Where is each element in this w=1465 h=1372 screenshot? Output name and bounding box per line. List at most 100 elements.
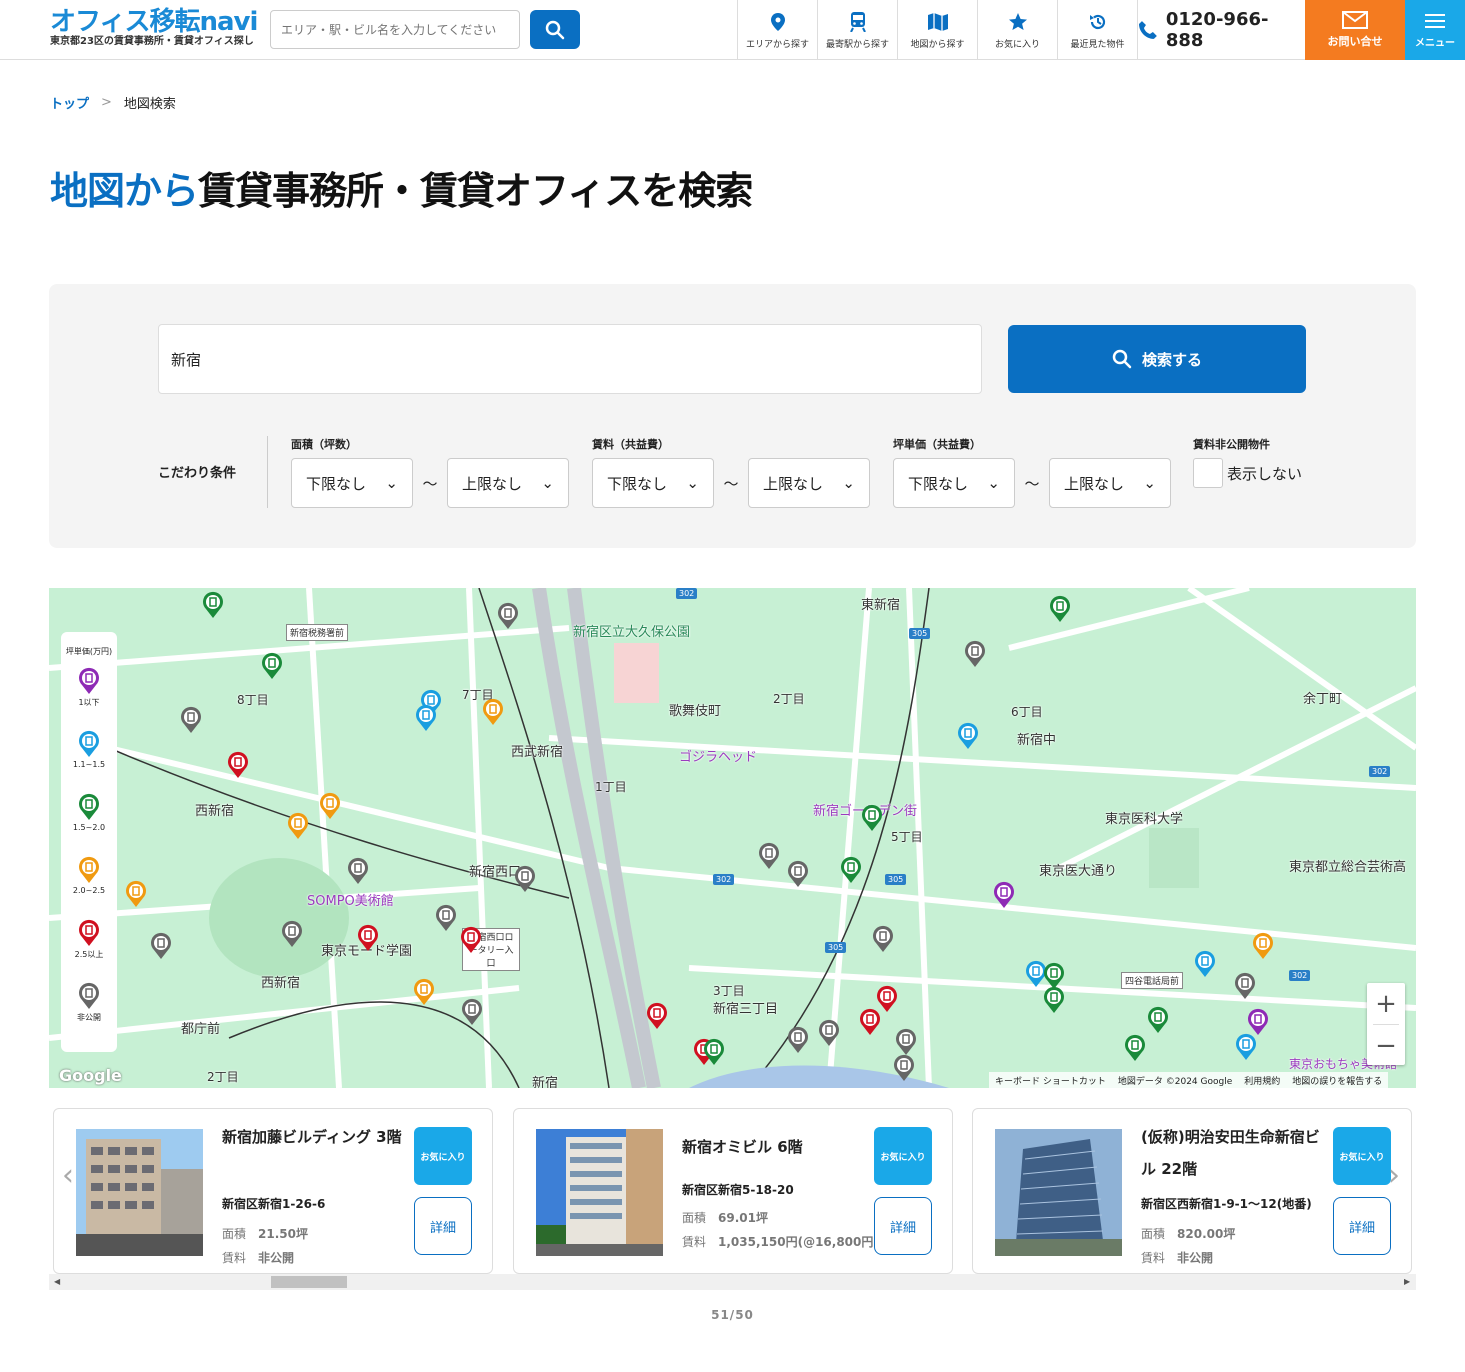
map-pin[interactable] xyxy=(787,860,809,888)
legend-item: 2.0~2.5 xyxy=(61,856,117,911)
map-pin[interactable] xyxy=(818,1019,840,1047)
favorite-button[interactable]: お気に入り xyxy=(874,1127,932,1185)
map-pin[interactable] xyxy=(482,698,504,726)
map-pin[interactable] xyxy=(859,1008,881,1036)
phone-link[interactable]: 0120-966-888 xyxy=(1137,0,1305,60)
scroll-right-icon[interactable]: ▶ xyxy=(1404,1277,1410,1286)
map-pin[interactable] xyxy=(347,857,369,885)
property-name[interactable]: (仮称)明治安田生命新宿ビル 22階 xyxy=(1141,1121,1321,1185)
map-pin[interactable] xyxy=(227,751,249,779)
map-pin[interactable] xyxy=(1124,1034,1146,1062)
train-icon xyxy=(849,11,866,32)
unit-price-min-select[interactable]: 下限なし ⌄ xyxy=(893,458,1015,508)
keyword-input[interactable]: 新宿 xyxy=(158,324,982,394)
scroll-left-icon[interactable]: ◀ xyxy=(54,1277,60,1286)
map-pin[interactable] xyxy=(1235,1033,1257,1061)
map-pin[interactable] xyxy=(646,1002,668,1030)
scroll-thumb[interactable] xyxy=(271,1276,347,1288)
map-pin[interactable] xyxy=(261,652,283,680)
map-pin[interactable] xyxy=(180,706,202,734)
carousel-next-button[interactable]: › xyxy=(1388,1158,1400,1193)
area-max-select[interactable]: 上限なし ⌄ xyxy=(447,458,569,508)
filter-rent: 賃料（共益費） 下限なし ⌄ 〜 上限なし ⌄ xyxy=(592,436,870,508)
filter-area: 面積（坪数） 下限なし ⌄ 〜 上限なし ⌄ xyxy=(291,436,569,508)
rent-min-select[interactable]: 下限なし ⌄ xyxy=(592,458,714,508)
map-pin[interactable] xyxy=(861,804,883,832)
breadcrumb-home[interactable]: トップ xyxy=(50,93,89,112)
property-card[interactable]: 新宿加藤ビルディング 3階 新宿区新宿1-26-6 面積 21.50坪 賃料 非公開… xyxy=(53,1108,493,1274)
zoom-out-button[interactable]: − xyxy=(1367,1025,1405,1066)
map-pin[interactable] xyxy=(893,1054,915,1082)
map-pin[interactable] xyxy=(993,881,1015,909)
map-pin[interactable] xyxy=(758,842,780,870)
contact-button[interactable]: お問い合せ xyxy=(1305,0,1405,60)
map-pin[interactable] xyxy=(787,1026,809,1054)
nav-map-search[interactable]: 地図から探す xyxy=(897,0,977,60)
terms-link[interactable]: 利用規約 xyxy=(1244,1074,1280,1087)
filter-title: 坪単価（共益費） xyxy=(893,438,981,451)
map-pin[interactable] xyxy=(497,602,519,630)
carousel-scrollbar[interactable]: ◀ ▶ xyxy=(49,1274,1416,1290)
map-pin[interactable] xyxy=(435,904,457,932)
map-label: 1丁目 xyxy=(595,780,627,794)
detail-button[interactable]: 詳細 xyxy=(414,1197,472,1255)
map[interactable]: 東新宿 新宿区立大久保公園 歌舞伎町 西武新宿 ゴジラヘッド 新宿ゴールデン街 … xyxy=(49,588,1416,1088)
keyword-search-button[interactable]: 検索する xyxy=(1008,325,1306,393)
map-pin[interactable] xyxy=(1043,986,1065,1014)
map-icon xyxy=(927,12,948,31)
map-label: 新宿区立大久保公園 xyxy=(573,625,691,640)
map-pin[interactable] xyxy=(1194,950,1216,978)
map-pin[interactable] xyxy=(703,1038,725,1066)
map-pin[interactable] xyxy=(957,722,979,750)
map-pin[interactable] xyxy=(415,704,437,732)
map-pin[interactable] xyxy=(150,932,172,960)
map-pin[interactable] xyxy=(1049,595,1071,623)
map-pin[interactable] xyxy=(319,792,341,820)
site-logo[interactable]: オフィス移転navi 東京都23区の賃貸事務所・賃貸オフィス探し xyxy=(50,8,258,48)
header-search-input[interactable] xyxy=(270,10,520,49)
map-pin[interactable] xyxy=(1234,972,1256,1000)
detail-button[interactable]: 詳細 xyxy=(874,1197,932,1255)
map-pin[interactable] xyxy=(287,812,309,840)
hide-undisclosed-checkbox[interactable] xyxy=(1193,458,1223,488)
carousel-prev-button[interactable]: ‹ xyxy=(62,1158,74,1193)
map-pin[interactable] xyxy=(895,1028,917,1056)
unit-price-max-select[interactable]: 上限なし ⌄ xyxy=(1049,458,1171,508)
nav-area-search[interactable]: エリアから探す xyxy=(737,0,817,60)
map-pin[interactable] xyxy=(413,978,435,1006)
map-pin[interactable] xyxy=(281,920,303,948)
nav-station-search[interactable]: 最寄駅から探す xyxy=(817,0,897,60)
map-pin[interactable] xyxy=(964,640,986,668)
nav-recent[interactable]: 最近見た物件 xyxy=(1057,0,1137,60)
legend-item: 非公開 xyxy=(61,982,117,1037)
property-card[interactable]: (仮称)明治安田生命新宿ビル 22階 新宿区西新宿1-9-1～12(地番) 面積… xyxy=(972,1108,1412,1274)
map-pin[interactable] xyxy=(1252,932,1274,960)
map-label: 東京都立総合芸術高 xyxy=(1289,860,1407,875)
favorite-button[interactable]: お気に入り xyxy=(414,1127,472,1185)
map-pin[interactable] xyxy=(460,926,482,954)
property-card[interactable]: 新宿オミビル 6階 新宿区新宿5-18-20 面積 69.01坪 賃料 1,035,… xyxy=(513,1108,953,1274)
property-name[interactable]: 新宿オミビル 6階 xyxy=(682,1131,862,1163)
map-pin[interactable] xyxy=(461,998,483,1026)
map-pin[interactable] xyxy=(872,925,894,953)
property-name[interactable]: 新宿加藤ビルディング 3階 xyxy=(222,1121,402,1153)
area-min-select[interactable]: 下限なし ⌄ xyxy=(291,458,413,508)
header-search-button[interactable] xyxy=(530,10,580,49)
map-label: 余丁町 xyxy=(1303,692,1343,707)
zoom-in-button[interactable]: + xyxy=(1367,983,1405,1024)
favorite-button[interactable]: お気に入り xyxy=(1333,1127,1391,1185)
report-error-link[interactable]: 地図の誤りを報告する xyxy=(1292,1074,1382,1087)
map-pin[interactable] xyxy=(1247,1008,1269,1036)
menu-button[interactable]: メニュー xyxy=(1405,0,1465,60)
map-pin[interactable] xyxy=(125,880,147,908)
chevron-down-icon: ⌄ xyxy=(1143,474,1156,492)
keyboard-shortcuts-link[interactable]: キーボード ショートカット xyxy=(995,1074,1106,1087)
map-pin[interactable] xyxy=(1147,1006,1169,1034)
map-pin[interactable] xyxy=(357,924,379,952)
map-pin[interactable] xyxy=(514,865,536,893)
map-pin[interactable] xyxy=(202,591,224,619)
detail-button[interactable]: 詳細 xyxy=(1333,1197,1391,1255)
rent-max-select[interactable]: 上限なし ⌄ xyxy=(748,458,870,508)
nav-favorites[interactable]: お気に入り xyxy=(977,0,1057,60)
map-pin[interactable] xyxy=(840,856,862,884)
